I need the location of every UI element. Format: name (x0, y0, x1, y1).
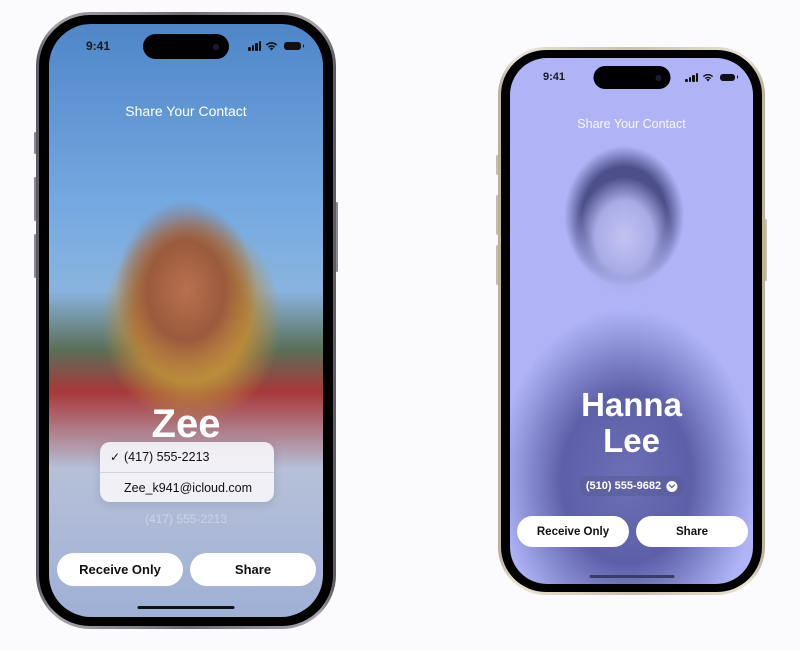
cellular-signal-icon (685, 72, 698, 82)
dropdown-option-phone[interactable]: ✓ (417) 555-2213 (100, 442, 274, 472)
option-label: Zee_k941@icloud.com (124, 480, 253, 495)
status-bar: 9:41 (49, 38, 323, 54)
screen-title: Share Your Contact (577, 117, 686, 131)
iphone-hanna-lee: 9:41 Share Your Contact Hanna Lee (510) … (496, 47, 767, 595)
phone-number-selector[interactable]: (510) 555-9682 (578, 476, 685, 496)
screen-title: Share Your Contact (125, 103, 247, 119)
iphone-zee: 9:41 Share Your Contact Zee ✓ (417) 555-… (34, 12, 338, 629)
contact-name-last: Lee (603, 422, 660, 459)
phone-screen: 9:41 Share Your Contact Hanna Lee (510) … (510, 58, 753, 584)
dropdown-option-email[interactable]: Zee_k941@icloud.com (100, 472, 274, 502)
status-bar: 9:41 (510, 70, 753, 84)
battery-icon (720, 73, 735, 81)
contact-name: Zee (151, 402, 221, 446)
contact-method-dropdown[interactable]: ✓ (417) 555-2213 Zee_k941@icloud.com (100, 442, 274, 502)
home-indicator[interactable] (589, 575, 674, 578)
receive-only-button[interactable]: Receive Only (57, 553, 183, 586)
contact-name-first: Hanna (581, 386, 682, 423)
share-button[interactable]: Share (190, 553, 316, 586)
home-indicator[interactable] (137, 606, 235, 609)
selected-phone-behind: (417) 555-2213 (144, 512, 228, 526)
status-icons (685, 72, 735, 82)
status-icons (248, 41, 301, 51)
chevron-down-icon (666, 480, 678, 492)
phone-screen: 9:41 Share Your Contact Zee ✓ (417) 555-… (49, 24, 323, 617)
battery-icon (284, 42, 301, 50)
share-button[interactable]: Share (636, 516, 748, 547)
phone-number: (510) 555-9682 (585, 480, 662, 492)
checkmark-icon: ✓ (110, 450, 121, 464)
receive-only-button[interactable]: Receive Only (517, 516, 629, 547)
wifi-icon (702, 73, 714, 82)
status-time: 9:41 (543, 71, 566, 83)
cellular-signal-icon (248, 41, 261, 51)
option-label: (417) 555-2213 (124, 450, 210, 464)
wifi-icon (265, 42, 278, 51)
status-time: 9:41 (86, 39, 111, 53)
